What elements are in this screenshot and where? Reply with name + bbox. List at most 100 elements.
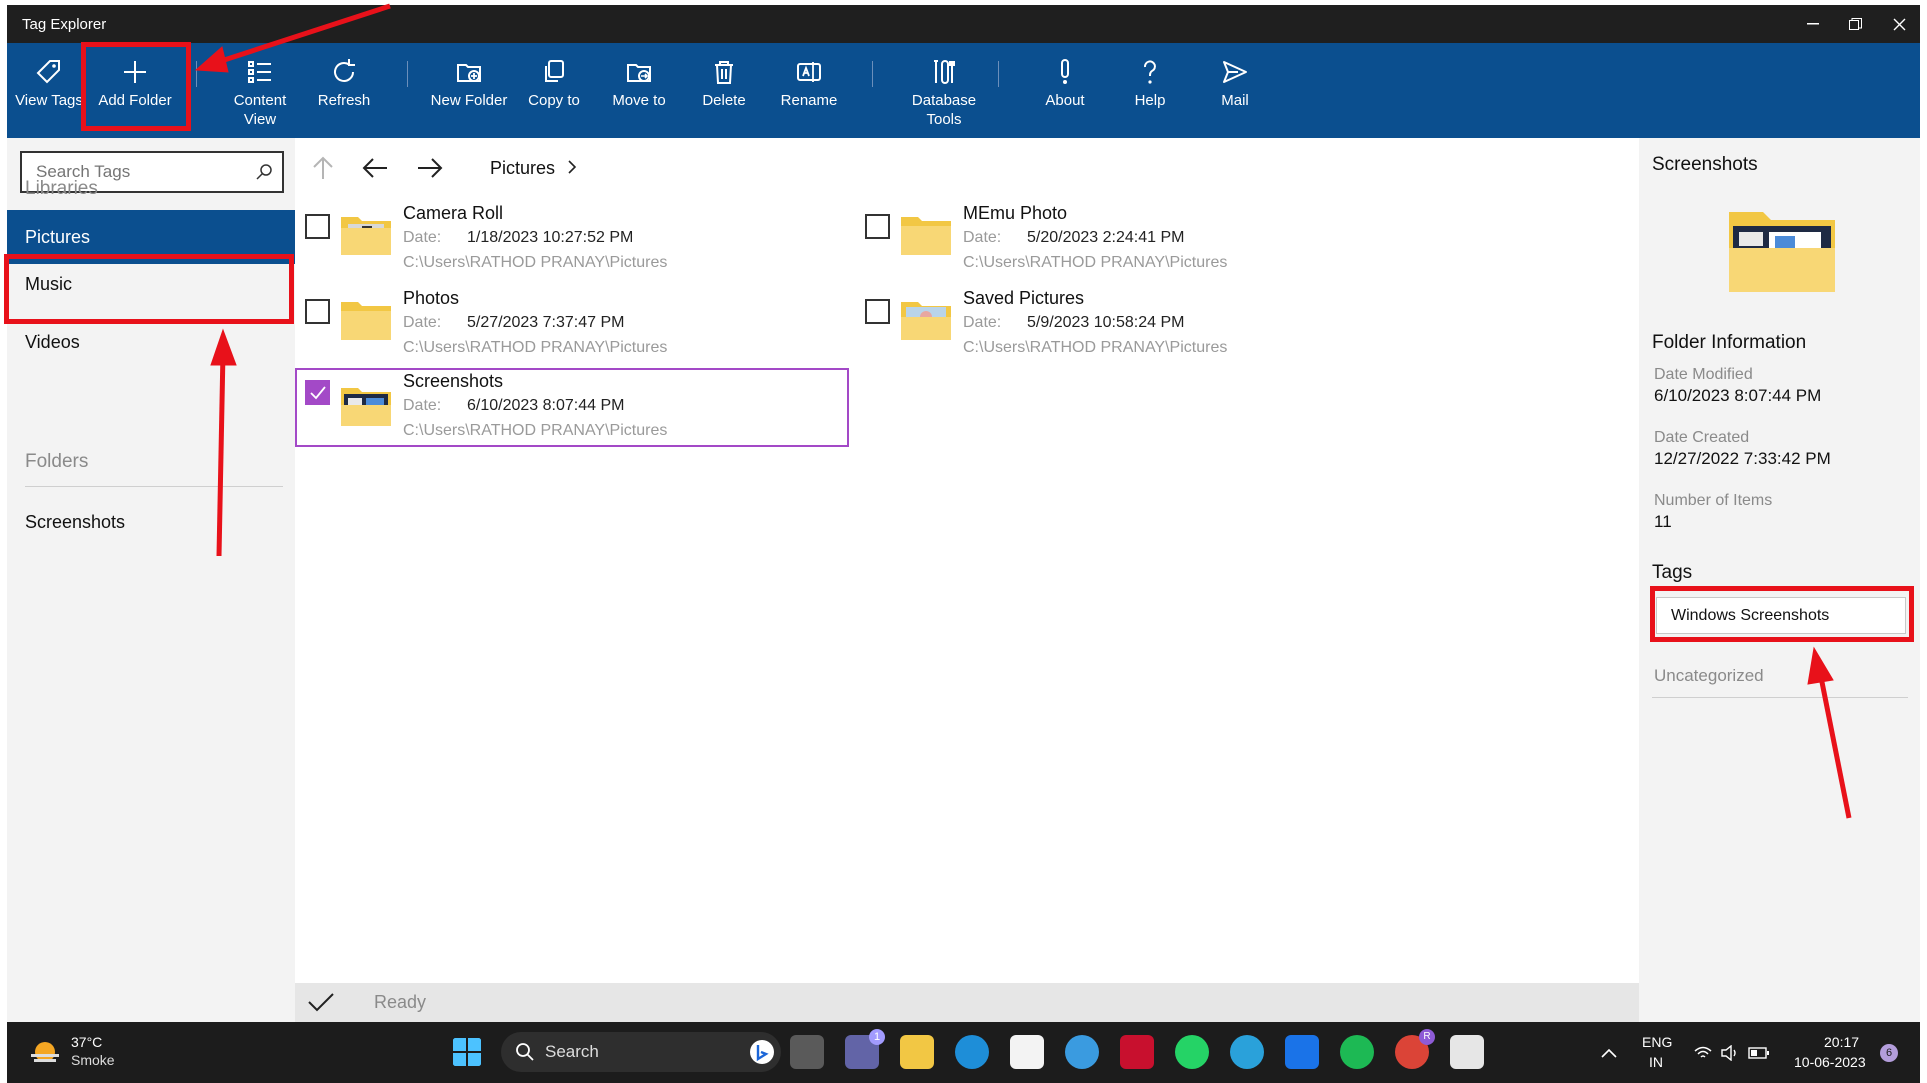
chevron-up-icon[interactable] <box>1601 1048 1617 1058</box>
annotation-box-pictures <box>4 254 294 324</box>
main-content: Pictures Camera Roll Date: 1/18/2023 10:… <box>295 138 1639 983</box>
whatsapp-icon[interactable] <box>1175 1035 1209 1069</box>
folder-thumbnail-icon <box>341 388 391 426</box>
battery-icon[interactable] <box>1748 1046 1770 1060</box>
delete-button[interactable]: Delete <box>684 49 764 133</box>
refresh-label: Refresh <box>317 92 371 109</box>
uncategorized-label[interactable]: Uncategorized <box>1654 666 1764 686</box>
tag-icon <box>9 53 89 91</box>
taskbar-search[interactable]: Search <box>501 1032 781 1072</box>
status-text: Ready <box>374 992 427 1012</box>
weather-desc: Smoke <box>71 1052 115 1068</box>
edge-icon[interactable] <box>955 1035 989 1069</box>
restore-icon <box>1848 17 1862 30</box>
item-name: Saved Pictures <box>963 288 1085 308</box>
item-checkbox[interactable] <box>865 214 890 239</box>
item-count-value: 11 <box>1654 512 1672 531</box>
help-button[interactable]: Help <box>1110 49 1190 133</box>
chrome-profile-badge: R <box>1419 1029 1435 1045</box>
up-button[interactable] <box>305 150 341 186</box>
item-date-label: Date: <box>403 229 442 246</box>
hp-app-icon[interactable] <box>1285 1035 1319 1069</box>
sidebar-folder-screenshots[interactable]: Screenshots <box>7 495 295 549</box>
checkmark-icon <box>308 993 334 1012</box>
rename-label: Rename <box>780 92 838 109</box>
item-date-label: Date: <box>403 314 442 331</box>
folder-item-camera-roll[interactable]: Camera Roll Date: 1/18/2023 10:27:52 PM … <box>295 200 855 280</box>
content-view-label: Content View <box>233 92 287 128</box>
database-tools-button[interactable]: Database Tools <box>894 49 994 133</box>
item-date: 5/20/2023 2:24:41 PM <box>1027 229 1185 246</box>
windows-start-icon[interactable] <box>452 1037 482 1067</box>
item-checkbox[interactable] <box>305 214 330 239</box>
rename-button[interactable]: Rename <box>769 49 849 133</box>
arrow-right-icon <box>418 158 443 178</box>
item-checkbox[interactable] <box>305 380 330 405</box>
item-date: 5/27/2023 7:37:47 PM <box>467 314 625 331</box>
spotify-icon[interactable] <box>1340 1035 1374 1069</box>
item-date: 6/10/2023 8:07:44 PM <box>467 397 625 414</box>
item-checkbox[interactable] <box>865 299 890 324</box>
language-indicator[interactable]: ENG <box>1642 1034 1672 1050</box>
folder-item-saved-pictures[interactable]: Saved Pictures Date: 5/9/2023 10:58:24 P… <box>855 285 1415 365</box>
chrome-icon[interactable]: R <box>1395 1029 1435 1069</box>
file-explorer-icon[interactable] <box>900 1035 934 1069</box>
date-modified-label: Date Modified <box>1654 366 1753 383</box>
item-date-label: Date: <box>963 314 1002 331</box>
details-title: Screenshots <box>1652 154 1758 175</box>
folder-thumbnail-icon <box>901 302 951 340</box>
copy-to-button[interactable]: Copy to <box>514 49 594 133</box>
bing-icon[interactable] <box>749 1039 775 1065</box>
wifi-icon[interactable] <box>1693 1045 1713 1061</box>
about-button[interactable]: About <box>1025 49 1105 133</box>
back-button[interactable] <box>357 150 393 186</box>
help-label: Help <box>1134 92 1166 109</box>
move-folder-icon <box>599 53 679 91</box>
ribbon-divider <box>407 61 408 87</box>
taskbar: 37°C Smoke Search 1 R ENG IN 20:17 10-06… <box>7 1022 1920 1083</box>
telegram-icon[interactable] <box>1230 1035 1264 1069</box>
notification-badge[interactable]: 6 <box>1880 1044 1898 1062</box>
tag-explorer-taskbar-icon[interactable] <box>1450 1035 1484 1069</box>
content-view-button[interactable]: Content View <box>220 49 300 133</box>
store-icon[interactable] <box>1010 1035 1044 1069</box>
forward-button[interactable] <box>412 150 448 186</box>
mail-button[interactable]: Mail <box>1195 49 1275 133</box>
teams-icon[interactable]: 1 <box>845 1029 885 1069</box>
item-path: C:\Users\RATHOD PRANAY\Pictures <box>963 339 1228 356</box>
new-folder-button[interactable]: New Folder <box>429 49 509 133</box>
region-indicator[interactable]: IN <box>1649 1054 1663 1070</box>
details-divider <box>1652 697 1908 698</box>
volume-icon[interactable] <box>1720 1045 1740 1061</box>
send-icon <box>1195 53 1275 91</box>
move-to-button[interactable]: Move to <box>599 49 679 133</box>
ribbon-toolbar: View Tags Add Folder Content View Refres… <box>7 43 1920 138</box>
folder-item-screenshots[interactable]: Screenshots Date: 6/10/2023 8:07:44 PM C… <box>295 368 849 447</box>
task-view-icon[interactable] <box>790 1035 824 1069</box>
item-path: C:\Users\RATHOD PRANAY\Pictures <box>963 254 1228 271</box>
new-folder-label: New Folder <box>430 92 508 109</box>
folder-preview-icon <box>1729 212 1835 292</box>
breadcrumb[interactable]: Pictures <box>490 158 577 179</box>
close-button[interactable] <box>1871 5 1927 43</box>
item-checkbox[interactable] <box>305 299 330 324</box>
search-icon[interactable] <box>254 162 274 182</box>
view-tags-button[interactable]: View Tags <box>9 49 89 133</box>
folder-info-header: Folder Information <box>1652 332 1807 353</box>
clock-time[interactable]: 20:17 <box>1824 1034 1859 1050</box>
folder-icon <box>901 217 951 255</box>
folder-item-photos[interactable]: Photos Date: 5/27/2023 7:37:47 PM C:\Use… <box>295 285 855 365</box>
refresh-button[interactable]: Refresh <box>304 49 384 133</box>
mcafee-icon[interactable] <box>1120 1035 1154 1069</box>
libraries-header: Libraries <box>25 178 98 199</box>
copy-to-label: Copy to <box>528 92 580 109</box>
taskbar-search-label: Search <box>545 1042 599 1061</box>
get-help-icon[interactable] <box>1065 1035 1099 1069</box>
clock-date[interactable]: 10-06-2023 <box>1794 1054 1866 1070</box>
breadcrumb-pictures[interactable]: Pictures <box>490 158 555 178</box>
new-folder-icon <box>429 53 509 91</box>
folder-item-memu-photo[interactable]: MEmu Photo Date: 5/20/2023 2:24:41 PM C:… <box>855 200 1415 280</box>
about-label: About <box>1045 92 1085 109</box>
refresh-icon <box>304 53 384 91</box>
minimize-icon <box>1807 23 1819 25</box>
